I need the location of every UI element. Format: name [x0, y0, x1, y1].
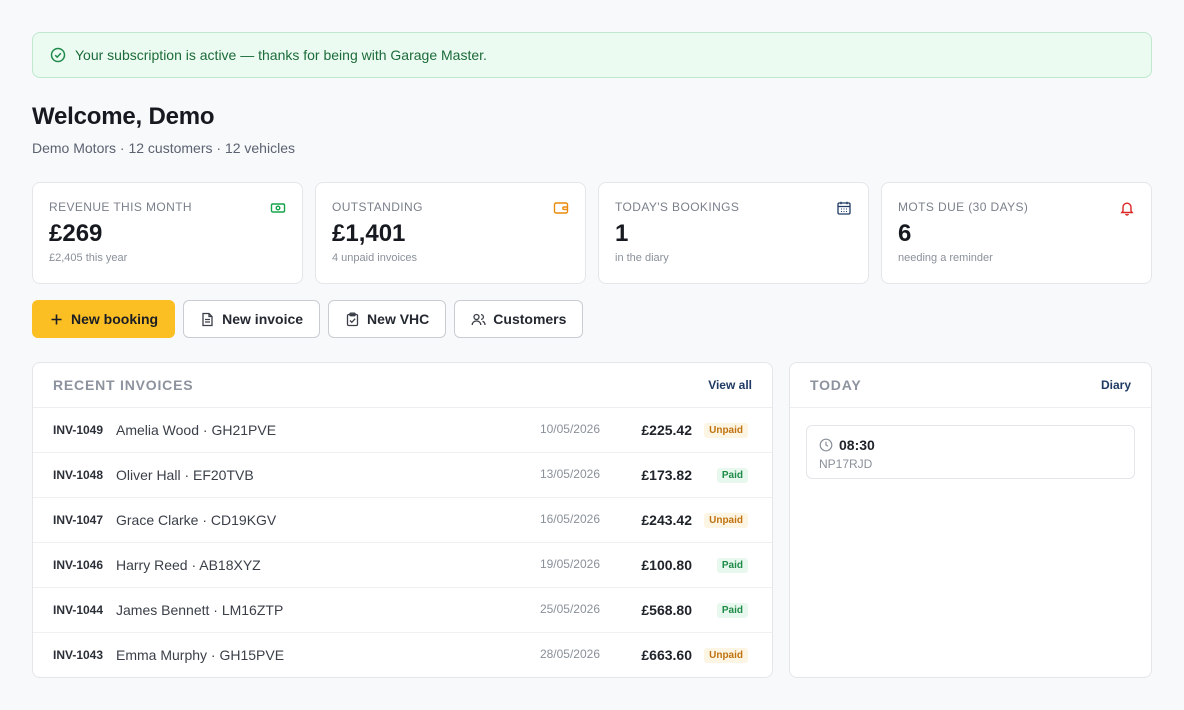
bell-icon	[1119, 200, 1135, 216]
booking-reg: NP17RJD	[819, 457, 873, 471]
stat-sub: in the diary	[615, 252, 669, 264]
new-invoice-label: New invoice	[222, 311, 304, 327]
subscription-banner: Your subscription is active — thanks for…	[32, 32, 1152, 78]
stat-card-outstanding: OUTSTANDING £1,401 4 unpaid invoices	[315, 182, 586, 284]
page-title: Welcome, Demo	[32, 103, 215, 130]
invoice-number: INV-1048	[53, 468, 104, 482]
recent-invoices-panel: RECENT INVOICES View all INV-1049 Amelia …	[32, 362, 773, 678]
stat-card-bookings: TODAY'S BOOKINGS 1 in the diary	[598, 182, 869, 284]
stat-sub: needing a reminder	[898, 252, 993, 264]
page-subtitle: Demo Motors · 12 customers · 12 vehicles	[32, 140, 295, 156]
check-circle-icon	[50, 47, 66, 63]
panel-header: RECENT INVOICES View all	[33, 363, 772, 408]
table-row[interactable]: INV-1046 Harry Reed · AB18XYZ 19/05/2026 £1…	[33, 543, 772, 588]
invoice-number: INV-1046	[53, 558, 104, 572]
document-icon	[200, 312, 215, 327]
panel-header: TODAY Diary	[790, 363, 1151, 408]
invoice-date: 19/05/2026	[539, 557, 600, 571]
stat-label: TODAY'S BOOKINGS	[615, 200, 740, 214]
booking-item[interactable]: 08:30 NP17RJD	[806, 425, 1135, 479]
invoice-customer: Amelia Wood · GH21PVE	[116, 422, 277, 438]
invoice-amount: £243.42	[641, 512, 692, 528]
invoice-number: INV-1044	[53, 603, 104, 617]
stat-sub: £2,405 this year	[49, 252, 128, 264]
invoice-customer: Oliver Hall · EF20TVB	[116, 467, 254, 483]
panel-title: RECENT INVOICES	[53, 377, 194, 393]
customers-label: Customers	[493, 311, 567, 327]
new-booking-button[interactable]: New booking	[32, 300, 176, 338]
invoice-date: 13/05/2026	[539, 467, 600, 481]
invoice-customer: Grace Clarke · CD19KGV	[116, 512, 277, 528]
invoice-number: INV-1043	[53, 648, 104, 662]
stat-label: OUTSTANDING	[332, 200, 423, 214]
customers-button[interactable]: Customers	[454, 300, 584, 338]
new-vhc-label: New VHC	[367, 311, 430, 327]
new-booking-label: New booking	[71, 311, 159, 327]
banner-text: Your subscription is active — thanks for…	[75, 47, 487, 63]
stat-sub: 4 unpaid invoices	[332, 252, 418, 264]
stats-row: REVENUE THIS MONTH £269 £2,405 this year…	[32, 182, 1152, 284]
stat-value: 1	[615, 220, 629, 247]
stat-value: £1,401	[332, 220, 406, 247]
status-badge: Unpaid	[704, 513, 748, 528]
invoice-date: 28/05/2026	[539, 647, 600, 661]
invoice-date: 10/05/2026	[539, 422, 600, 436]
new-invoice-button[interactable]: New invoice	[183, 300, 321, 338]
today-panel: TODAY Diary 08:30 NP17RJD	[789, 362, 1152, 678]
stat-label: REVENUE THIS MONTH	[49, 200, 192, 214]
calendar-icon	[836, 200, 852, 216]
table-row[interactable]: INV-1044 James Bennett · LM16ZTP 25/05/202…	[33, 588, 772, 633]
banknote-icon	[270, 200, 286, 216]
invoice-number: INV-1047	[53, 513, 104, 527]
stat-label: MOTS DUE (30 DAYS)	[898, 200, 1029, 214]
status-badge: Unpaid	[704, 648, 748, 663]
plus-icon	[49, 312, 64, 327]
invoice-date: 25/05/2026	[539, 602, 600, 616]
table-row[interactable]: INV-1049 Amelia Wood · GH21PVE 10/05/2026 £…	[33, 408, 772, 453]
panel-title: TODAY	[810, 377, 862, 393]
new-vhc-button[interactable]: New VHC	[328, 300, 447, 338]
table-row[interactable]: INV-1048 Oliver Hall · EF20TVB 13/05/2026 £…	[33, 453, 772, 498]
invoice-customer: Emma Murphy · GH15PVE	[116, 647, 285, 663]
invoice-amount: £100.80	[641, 557, 692, 573]
stat-value: £269	[49, 220, 103, 247]
invoice-amount: £663.60	[641, 647, 692, 663]
invoice-customer: James Bennett · LM16ZTP	[116, 602, 284, 618]
invoice-customer: Harry Reed · AB18XYZ	[116, 557, 261, 573]
invoice-date: 16/05/2026	[539, 512, 600, 526]
status-badge: Paid	[716, 603, 748, 618]
quick-actions: New booking New invoice New VHC Customer…	[32, 300, 584, 338]
stat-value: 6	[898, 220, 912, 247]
booking-time: 08:30	[839, 437, 875, 453]
status-badge: Paid	[716, 468, 748, 483]
clipboard-check-icon	[345, 312, 360, 327]
table-row[interactable]: INV-1047 Grace Clarke · CD19KGV 16/05/2026…	[33, 498, 772, 543]
stat-card-revenue: REVENUE THIS MONTH £269 £2,405 this year	[32, 182, 303, 284]
invoice-number: INV-1049	[53, 423, 104, 437]
clock-icon	[819, 438, 833, 452]
stat-card-mots-due: MOTS DUE (30 DAYS) 6 needing a reminder	[881, 182, 1152, 284]
diary-link[interactable]: Diary	[1101, 378, 1131, 392]
users-icon	[471, 312, 486, 327]
invoice-list: INV-1049 Amelia Wood · GH21PVE 10/05/2026 £…	[33, 408, 772, 677]
status-badge: Unpaid	[704, 423, 748, 438]
wallet-icon	[553, 200, 569, 216]
status-badge: Paid	[716, 558, 748, 573]
view-all-link[interactable]: View all	[708, 378, 752, 392]
invoice-amount: £225.42	[641, 422, 692, 438]
invoice-amount: £568.80	[641, 602, 692, 618]
invoice-amount: £173.82	[641, 467, 692, 483]
table-row[interactable]: INV-1043 Emma Murphy · GH15PVE 28/05/2026 £…	[33, 633, 772, 677]
